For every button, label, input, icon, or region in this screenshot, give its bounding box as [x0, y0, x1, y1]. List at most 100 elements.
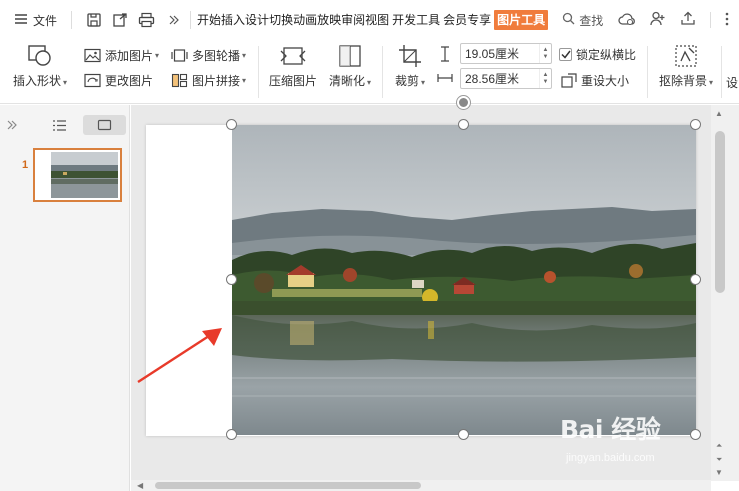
- more-options-icon[interactable]: [725, 12, 729, 29]
- tab-developer[interactable]: 开发工具: [392, 0, 440, 40]
- ribbon-tabs: 开始 插入 设计 切换 动画 放映 审阅 视图 开发工具 会员专享 图片工具: [197, 0, 549, 40]
- compress-picture-button[interactable]: 压缩图片: [266, 44, 320, 89]
- export-icon[interactable]: [110, 9, 130, 31]
- picture-add-icon: [84, 48, 101, 63]
- vertical-scrollbar[interactable]: ▲ ⏶ ⏷ ▼: [711, 105, 739, 481]
- slide-thumbnail[interactable]: [33, 148, 122, 202]
- horizontal-scroll-thumb[interactable]: [155, 482, 421, 489]
- share-icon[interactable]: [680, 11, 696, 29]
- slide-number: 1: [22, 159, 29, 171]
- width-stepper[interactable]: ▲ ▼: [539, 69, 551, 88]
- height-stepper[interactable]: ▲ ▼: [539, 44, 551, 63]
- selected-landscape-picture[interactable]: [232, 125, 696, 435]
- tab-design[interactable]: 设计: [245, 0, 269, 40]
- menu-bar: 文件 开始 插入 设计 切换 动画 放映 审阅 视图 开发工具 会员专享 图片工…: [0, 0, 739, 40]
- dropdown-arrow-icon: ▾: [155, 51, 160, 60]
- dropdown-arrow-icon: ▾: [63, 78, 68, 87]
- tab-view[interactable]: 视图: [365, 0, 389, 40]
- search-box[interactable]: 查找: [562, 12, 603, 29]
- sharpen-button[interactable]: 清晰化 ▾: [326, 44, 374, 89]
- change-picture-label: 更改图片: [105, 74, 154, 88]
- resize-handle-bottom[interactable]: [458, 429, 469, 440]
- page-down-icon[interactable]: ⏷: [716, 455, 722, 465]
- sharpen-icon: [338, 44, 362, 68]
- carousel-icon: [171, 48, 188, 63]
- spin-up-icon[interactable]: ▲: [543, 72, 549, 79]
- outline-view-icon[interactable]: [52, 119, 67, 135]
- resize-handle-bottom-left[interactable]: [226, 429, 237, 440]
- vertical-scroll-thumb[interactable]: [715, 131, 725, 293]
- more-chevron-icon[interactable]: [164, 9, 184, 31]
- hamburger-icon: [14, 13, 28, 28]
- tab-picture-tools[interactable]: 图片工具: [494, 10, 549, 30]
- expand-panel-icon[interactable]: [6, 119, 18, 134]
- resize-handle-bottom-right[interactable]: [690, 429, 701, 440]
- width-icon: [437, 71, 453, 88]
- slides-panel-toolbar: [0, 115, 130, 137]
- change-picture-button[interactable]: 更改图片: [84, 72, 153, 89]
- scroll-up-icon[interactable]: ▲: [715, 109, 723, 118]
- stitch-icon: [171, 73, 188, 88]
- tab-review[interactable]: 审阅: [341, 0, 365, 40]
- set-transparent-button[interactable]: 设: [726, 74, 738, 91]
- menu-divider: [71, 11, 73, 29]
- multi-picture-carousel-button[interactable]: 多图轮播 ▾: [171, 47, 246, 64]
- save-icon[interactable]: [84, 9, 104, 31]
- crop-button[interactable]: 裁剪 ▾: [388, 44, 432, 89]
- reset-size-label: 重设大小: [581, 74, 630, 88]
- resize-handle-left[interactable]: [226, 274, 237, 285]
- slides-panel: 1: [0, 105, 130, 491]
- remove-background-button[interactable]: 抠除背景 ▾: [654, 44, 718, 89]
- stitch-label: 图片拼接: [192, 74, 241, 88]
- slide-thumbnail-image: [37, 152, 118, 198]
- resize-handle-top-right[interactable]: [690, 119, 701, 130]
- checkbox-checked-icon: [559, 48, 572, 61]
- spin-down-icon[interactable]: ▼: [543, 79, 549, 86]
- page-up-icon[interactable]: ⏶: [716, 441, 722, 451]
- resize-handle-top-left[interactable]: [226, 119, 237, 130]
- tab-insert[interactable]: 插入: [221, 0, 245, 40]
- lock-aspect-ratio-label: 锁定纵横比: [576, 48, 637, 62]
- tab-transitions[interactable]: 切换: [269, 0, 293, 40]
- remove-background-label: 抠除背景: [658, 74, 707, 88]
- rotate-handle[interactable]: [457, 96, 470, 109]
- file-menu-button[interactable]: 文件: [0, 5, 65, 35]
- dropdown-arrow-icon: ▾: [242, 76, 247, 85]
- tab-animations[interactable]: 动画: [293, 0, 317, 40]
- ribbon-divider: [258, 46, 259, 98]
- tab-member[interactable]: 会员专享: [443, 0, 491, 40]
- horizontal-scrollbar[interactable]: ◀: [131, 480, 711, 491]
- picture-tools-ribbon: 插入形状 ▾ 添加图片 ▾ 更改图片 多图轮播 ▾ 图片拼接 ▾ 压缩图片 清晰…: [0, 40, 739, 104]
- reset-size-button[interactable]: 重设大小: [561, 72, 629, 89]
- lock-aspect-ratio-checkbox[interactable]: 锁定纵横比: [559, 46, 636, 63]
- height-icon: [438, 46, 452, 65]
- print-icon[interactable]: [136, 9, 156, 31]
- crop-icon: [398, 44, 422, 68]
- insert-shape-button[interactable]: 插入形状 ▾: [10, 44, 70, 89]
- spin-down-icon[interactable]: ▼: [543, 54, 549, 61]
- dropdown-arrow-icon: ▾: [421, 78, 426, 87]
- slide-view-icon[interactable]: [83, 115, 126, 135]
- width-input[interactable]: 28.56厘米 ▲ ▼: [460, 68, 552, 89]
- resize-handle-right[interactable]: [690, 274, 701, 285]
- ribbon-divider: [721, 46, 722, 98]
- picture-stitch-button[interactable]: 图片拼接 ▾: [171, 72, 246, 89]
- scroll-down-icon[interactable]: ▼: [715, 468, 723, 477]
- add-user-icon[interactable]: [650, 11, 666, 29]
- add-picture-button[interactable]: 添加图片 ▾: [84, 47, 159, 64]
- resize-handle-top[interactable]: [458, 119, 469, 130]
- height-input[interactable]: 19.05厘米 ▲ ▼: [460, 43, 552, 64]
- cloud-sync-icon[interactable]: [618, 12, 636, 29]
- menu-divider: [190, 11, 192, 29]
- compress-picture-label: 压缩图片: [268, 74, 317, 88]
- spin-up-icon[interactable]: ▲: [543, 47, 549, 54]
- ribbon-divider: [647, 46, 648, 98]
- tab-home[interactable]: 开始: [197, 0, 221, 40]
- tab-slideshow[interactable]: 放映: [317, 0, 341, 40]
- annotation-arrow: [137, 328, 222, 384]
- lake-landscape-image: [232, 125, 696, 435]
- set-transparent-label: 设: [726, 76, 739, 90]
- compress-icon: [280, 44, 306, 68]
- scroll-left-icon[interactable]: ◀: [137, 481, 143, 490]
- reset-size-icon: [561, 73, 577, 88]
